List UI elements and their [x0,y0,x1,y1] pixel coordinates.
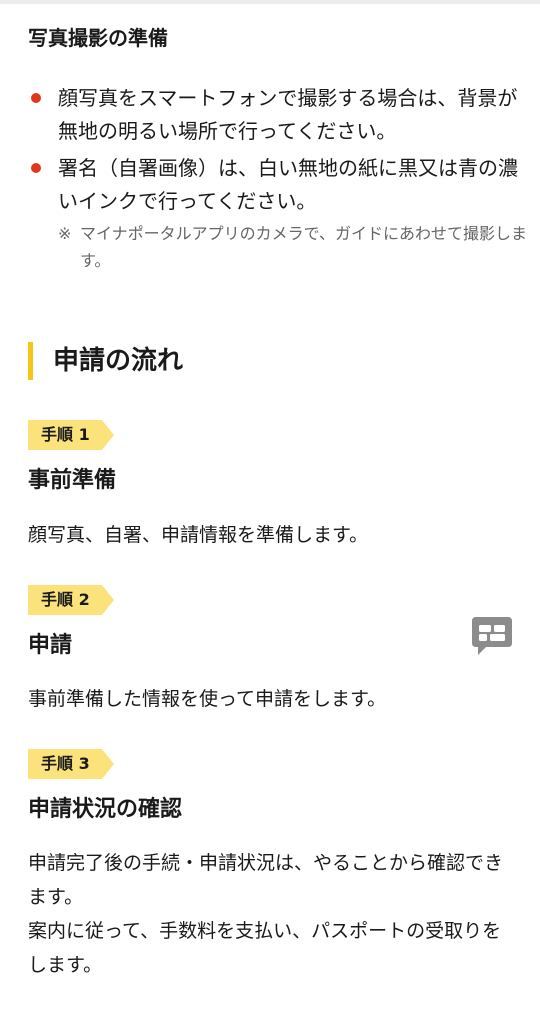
bullet-text: 署名（自署画像）は、白い無地の紙に黒又は青の濃いインクで行ってください。 [58,156,518,213]
bullet-dot-icon [31,93,41,103]
step-2-tag: 手順 2 [28,585,114,615]
step-2-title: 申請 [28,633,73,658]
bullet-dot-icon [31,163,41,173]
photo-note: ※ マイナポータルアプリのカメラで、ガイドにあわせて撮影します。 [58,220,530,274]
list-item: 顔写真をスマートフォンで撮影する場合は、背景が無地の明るい場所で行ってください。 [28,82,518,148]
note-mark: ※ [58,224,72,243]
step-3-body: 申請完了後の手続・申請状況は、やることから確認できます。 案内に従って、手数料を… [28,846,518,982]
photo-bullet-list: 顔写真をスマートフォンで撮影する場合は、背景が無地の明るい場所で行ってください。… [28,82,518,222]
step-tag-label: 手順 3 [41,754,90,773]
step-3-tag: 手順 3 [28,749,114,779]
top-divider [0,0,540,4]
chat-bubble-icon [472,617,512,655]
photo-section-title: 写真撮影の準備 [28,26,168,50]
step-tag-label: 手順 1 [41,425,90,444]
step-1-title: 事前準備 [28,468,117,493]
step-1-tag: 手順 1 [28,420,114,450]
step-3-body-line2: 案内に従って、手数料を支払い、パスポートの受取りをします。 [28,920,502,976]
step-3-body-line1: 申請完了後の手続・申請状況は、やることから確認できます。 [28,852,504,908]
chat-button[interactable] [468,612,516,660]
list-item: 署名（自署画像）は、白い無地の紙に黒又は青の濃いインクで行ってください。 [28,152,518,218]
bullet-text: 顔写真をスマートフォンで撮影する場合は、背景が無地の明るい場所で行ってください。 [58,86,518,143]
step-1-body: 顔写真、自署、申請情報を準備します。 [28,524,369,546]
page: 写真撮影の準備 顔写真をスマートフォンで撮影する場合は、背景が無地の明るい場所で… [0,0,540,1024]
note-text: マイナポータルアプリのカメラで、ガイドにあわせて撮影します。 [80,224,528,270]
step-tag-label: 手順 2 [41,590,90,609]
flow-heading: 申請の流れ [28,342,183,380]
step-3-title: 申請状況の確認 [28,797,183,822]
step-2-body: 事前準備した情報を使って申請をします。 [28,688,387,710]
